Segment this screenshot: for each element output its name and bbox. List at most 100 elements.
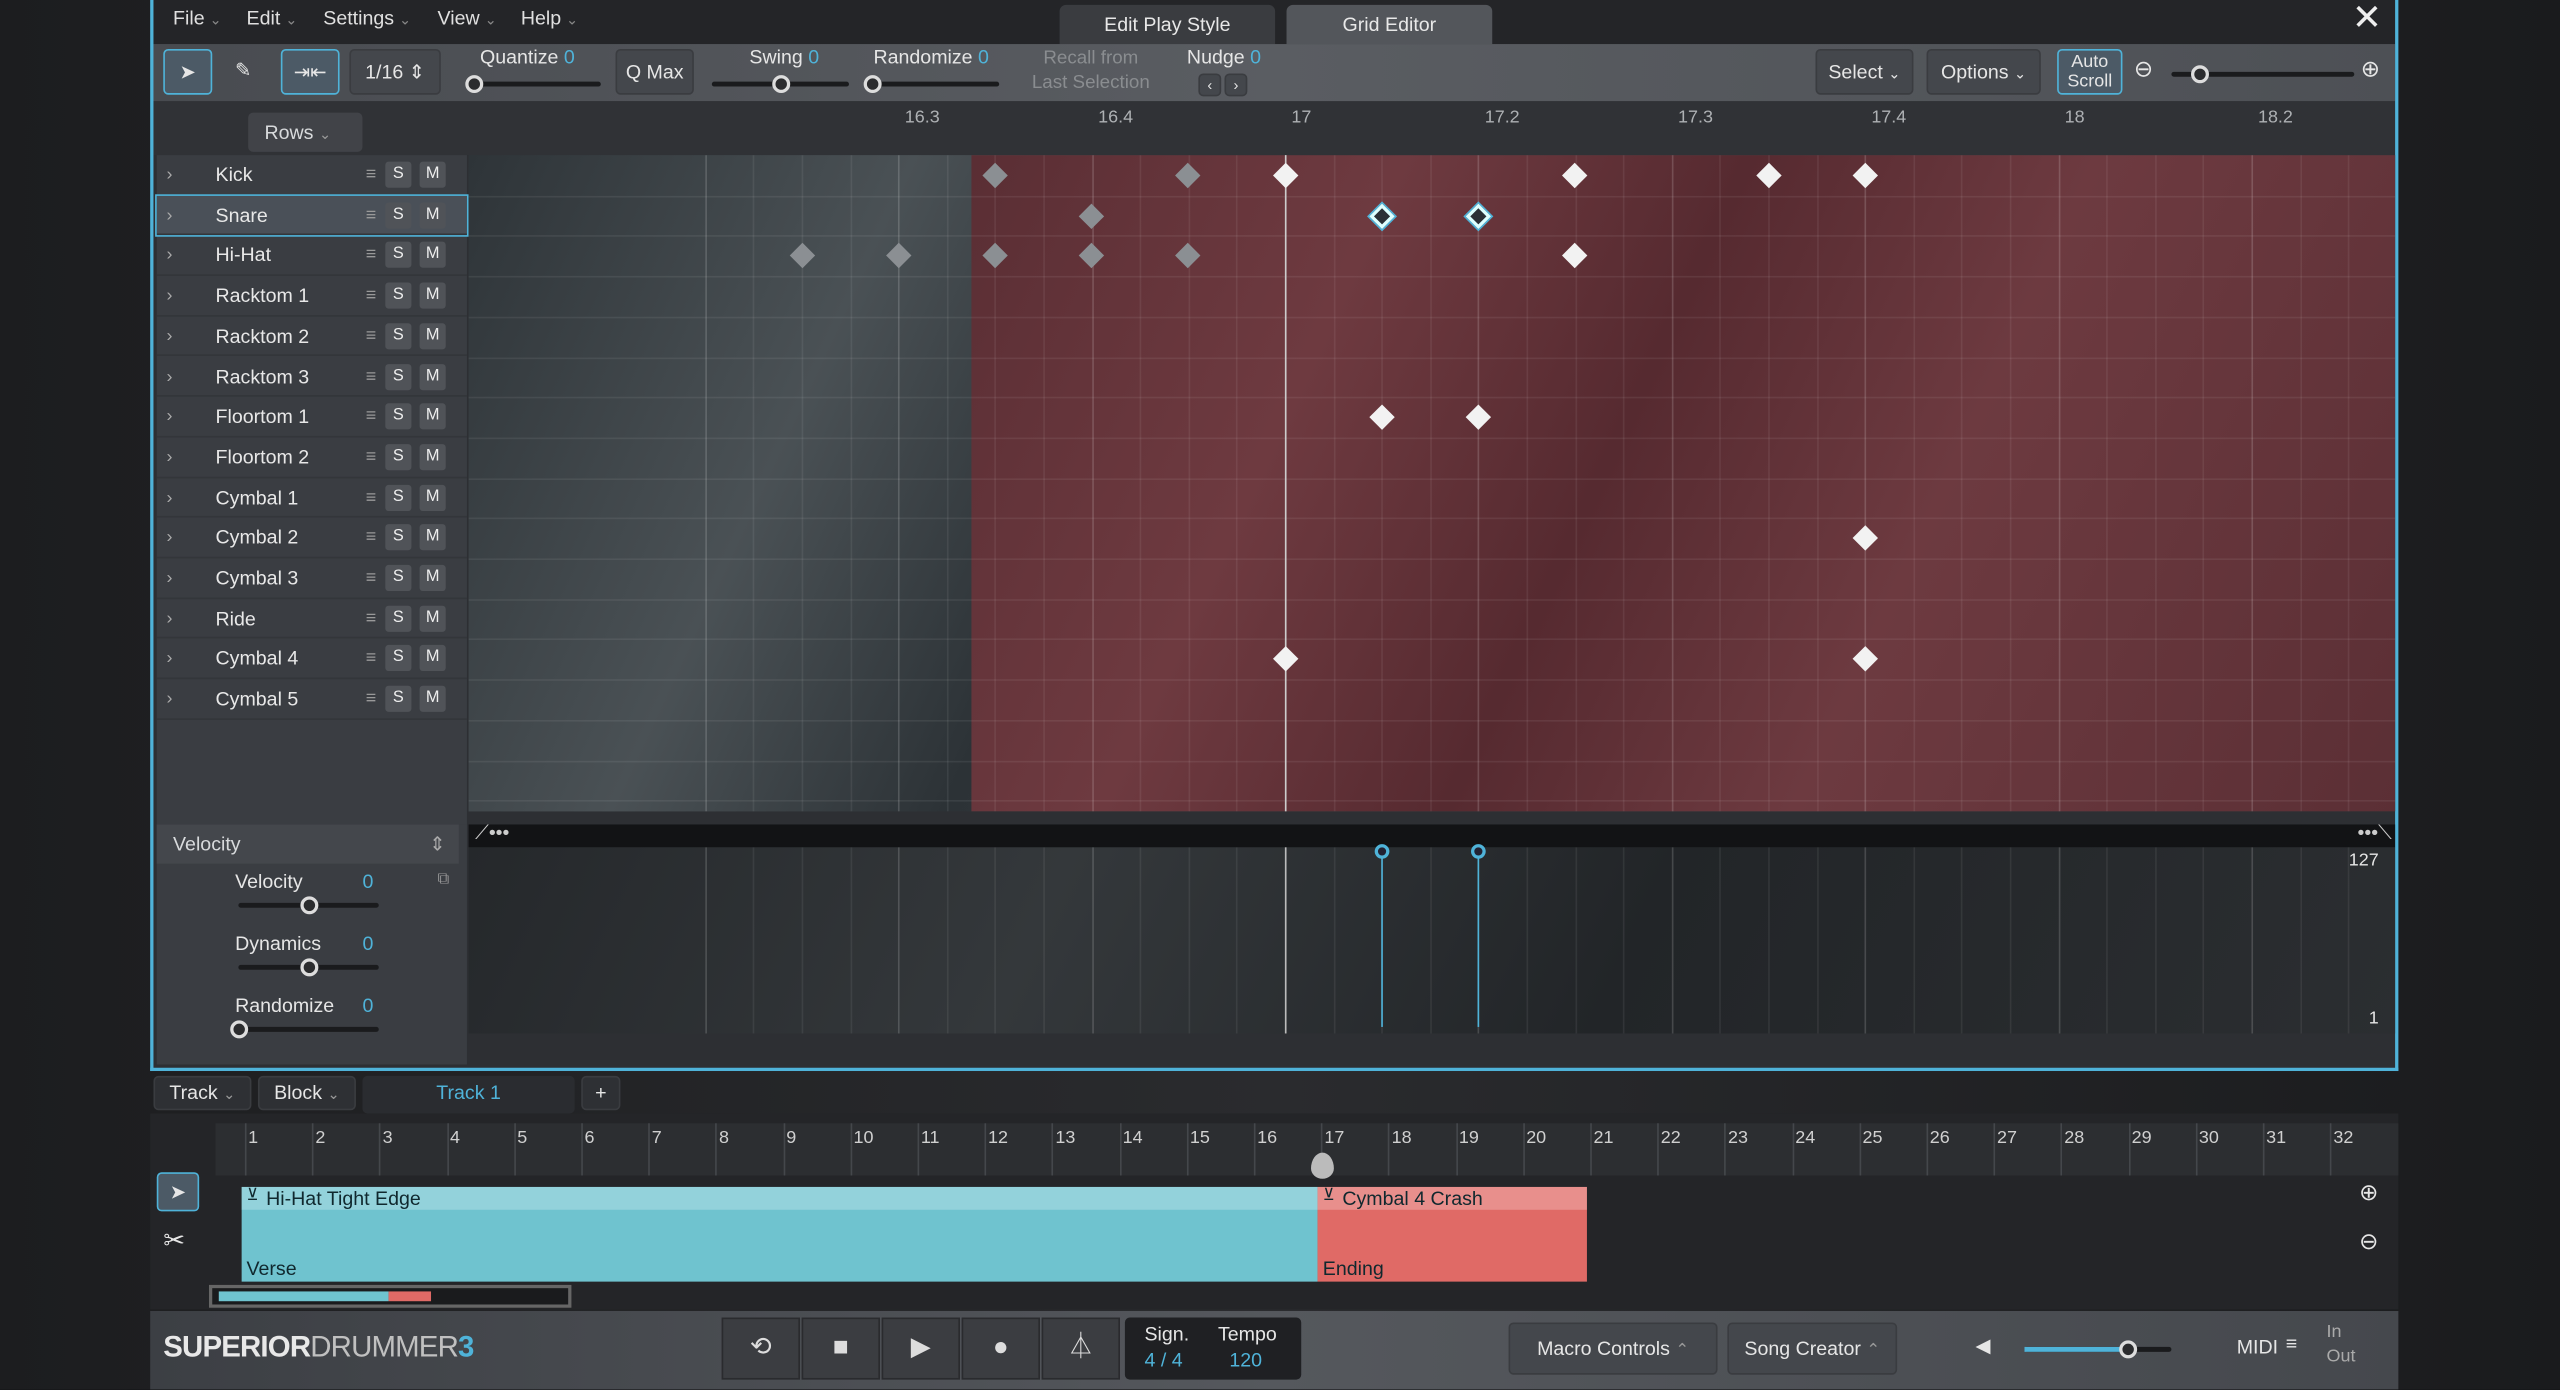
solo-button[interactable]: S: [385, 161, 412, 188]
options-dropdown[interactable]: Options ⌄: [1926, 48, 2041, 95]
volume-slider[interactable]: [2024, 1340, 2172, 1359]
mute-button[interactable]: M: [419, 161, 446, 188]
slider-knob[interactable]: [2119, 1340, 2138, 1359]
chevron-right-icon[interactable]: ›: [167, 397, 173, 436]
ramp-icon[interactable]: ⟋•••: [475, 821, 509, 845]
chevron-right-icon[interactable]: ›: [167, 518, 173, 557]
mute-button[interactable]: M: [419, 605, 446, 632]
chevron-right-icon[interactable]: ›: [167, 316, 173, 355]
instrument-row[interactable]: › Racktom 2 ≡ S M: [156, 316, 467, 357]
drag-handle-icon[interactable]: ≡: [366, 599, 376, 638]
slider-knob[interactable]: [863, 75, 882, 94]
mute-button[interactable]: M: [419, 282, 446, 309]
solo-button[interactable]: S: [385, 242, 412, 269]
instrument-row[interactable]: › Cymbal 5 ≡ S M: [156, 679, 467, 720]
note[interactable]: [885, 243, 911, 269]
select-tool-button[interactable]: ➤: [163, 48, 213, 95]
solo-button[interactable]: S: [385, 282, 412, 309]
chevron-right-icon[interactable]: ›: [167, 478, 173, 517]
chevron-right-icon[interactable]: ›: [167, 558, 173, 597]
macro-controls-button[interactable]: Macro Controls ⌃: [1508, 1322, 1718, 1375]
rows-dropdown[interactable]: Rows ⌄: [248, 112, 363, 152]
instrument-row[interactable]: › Racktom 3 ≡ S M: [156, 357, 467, 398]
popout-icon[interactable]: ⧉: [438, 870, 450, 888]
velocity-handle[interactable]: [1374, 844, 1390, 859]
instrument-row[interactable]: › Racktom 1 ≡ S M: [156, 276, 467, 317]
time-ruler[interactable]: Rows ⌄ 16.316.41717.217.317.41818.218.31…: [153, 101, 2396, 156]
tab-grid-editor[interactable]: Grid Editor: [1286, 4, 1493, 45]
velocity-param-slider[interactable]: [238, 896, 379, 915]
instrument-row[interactable]: › Cymbal 2 ≡ S M: [156, 518, 467, 559]
instrument-row[interactable]: › Snare ≡ S M: [155, 193, 469, 238]
note-grid[interactable]: [468, 155, 2396, 812]
draw-tool-button[interactable]: ✎: [219, 49, 268, 95]
velocity-handle[interactable]: [1471, 844, 1487, 859]
recall-last-selection-button[interactable]: Recall from Last Selection: [1032, 47, 1150, 96]
sign-tempo-display[interactable]: Sign. 4 / 4 Tempo 120: [1124, 1317, 1302, 1380]
tab-track-1[interactable]: Track 1: [362, 1075, 575, 1114]
drag-handle-icon[interactable]: ≡: [366, 357, 376, 396]
note[interactable]: [788, 243, 815, 269]
mute-button[interactable]: M: [419, 322, 446, 350]
drag-handle-icon[interactable]: ≡: [366, 679, 376, 718]
track-dropdown[interactable]: Track ⌄: [153, 1075, 252, 1111]
song-creator-button[interactable]: Song Creator ⌃: [1727, 1322, 1898, 1375]
solo-button[interactable]: S: [385, 322, 412, 350]
song-select-tool[interactable]: ➤: [156, 1172, 200, 1212]
split-tool-button[interactable]: ⇥⇤: [280, 48, 340, 95]
song-overview-scrollbar[interactable]: [208, 1284, 572, 1308]
playhead[interactable]: [1284, 155, 1287, 812]
chevron-right-icon[interactable]: ›: [167, 679, 173, 718]
solo-button[interactable]: S: [385, 201, 412, 229]
ramp-icon[interactable]: •••⟍: [2358, 821, 2392, 845]
zoom-in-icon[interactable]: ⊕: [2361, 56, 2380, 84]
block-collapse-icon[interactable]: ⊻: [1323, 1187, 1335, 1205]
solo-button[interactable]: S: [385, 645, 412, 672]
velocity-param-slider[interactable]: [229, 1020, 379, 1039]
mute-button[interactable]: M: [419, 564, 446, 592]
nudge-right-button[interactable]: ›: [1224, 73, 1248, 97]
mute-button[interactable]: M: [419, 645, 446, 672]
solo-button[interactable]: S: [385, 524, 412, 551]
drag-handle-icon[interactable]: ≡: [366, 316, 376, 355]
instrument-row[interactable]: › Cymbal 4 ≡ S M: [156, 639, 467, 680]
chevron-right-icon[interactable]: ›: [167, 155, 173, 194]
zoom-in-icon[interactable]: ⊕: [2359, 1179, 2378, 1207]
mute-button[interactable]: M: [419, 201, 446, 229]
velocity-dropdown[interactable]: Velocity ⇕: [156, 824, 459, 864]
song-playhead[interactable]: [1311, 1152, 1335, 1179]
menu-view[interactable]: View ⌄: [438, 7, 497, 30]
slider-knob[interactable]: [299, 896, 318, 915]
mute-button[interactable]: M: [419, 242, 446, 269]
block-dropdown[interactable]: Block ⌄: [257, 1075, 356, 1111]
swing-slider[interactable]: [711, 75, 849, 94]
stop-button[interactable]: ■: [801, 1317, 880, 1380]
mute-button[interactable]: M: [419, 524, 446, 551]
chevron-right-icon[interactable]: ›: [167, 437, 173, 476]
chevron-right-icon[interactable]: ›: [167, 599, 173, 638]
chevron-right-icon[interactable]: ›: [167, 195, 173, 234]
drag-handle-icon[interactable]: ≡: [366, 639, 376, 678]
solo-button[interactable]: S: [385, 403, 412, 430]
close-icon[interactable]: ✕: [2352, 0, 2382, 39]
mute-button[interactable]: M: [419, 363, 446, 390]
chevron-right-icon[interactable]: ›: [167, 639, 173, 678]
zoom-out-icon[interactable]: ⊖: [2359, 1228, 2378, 1256]
menu-settings[interactable]: Settings ⌄: [323, 7, 411, 30]
song-block[interactable]: ⊻ Cymbal 4 Crash Ending: [1317, 1186, 1587, 1282]
drag-handle-icon[interactable]: ≡: [366, 236, 376, 275]
instrument-row[interactable]: › Floortom 1 ≡ S M: [156, 397, 467, 438]
menu-help[interactable]: Help ⌄: [521, 7, 579, 30]
add-track-button[interactable]: +: [581, 1075, 621, 1111]
menu-edit[interactable]: Edit ⌄: [247, 7, 298, 30]
slider-knob[interactable]: [465, 75, 484, 94]
drag-handle-icon[interactable]: ≡: [366, 195, 376, 234]
solo-button[interactable]: S: [385, 443, 412, 471]
auto-scroll-toggle[interactable]: Auto Scroll: [2057, 48, 2123, 95]
zoom-slider[interactable]: [2171, 65, 2355, 84]
block-collapse-icon[interactable]: ⊻: [247, 1187, 259, 1205]
solo-button[interactable]: S: [385, 484, 412, 511]
chevron-right-icon[interactable]: ›: [167, 357, 173, 396]
drag-handle-icon[interactable]: ≡: [366, 155, 376, 194]
drag-handle-icon[interactable]: ≡: [366, 478, 376, 517]
